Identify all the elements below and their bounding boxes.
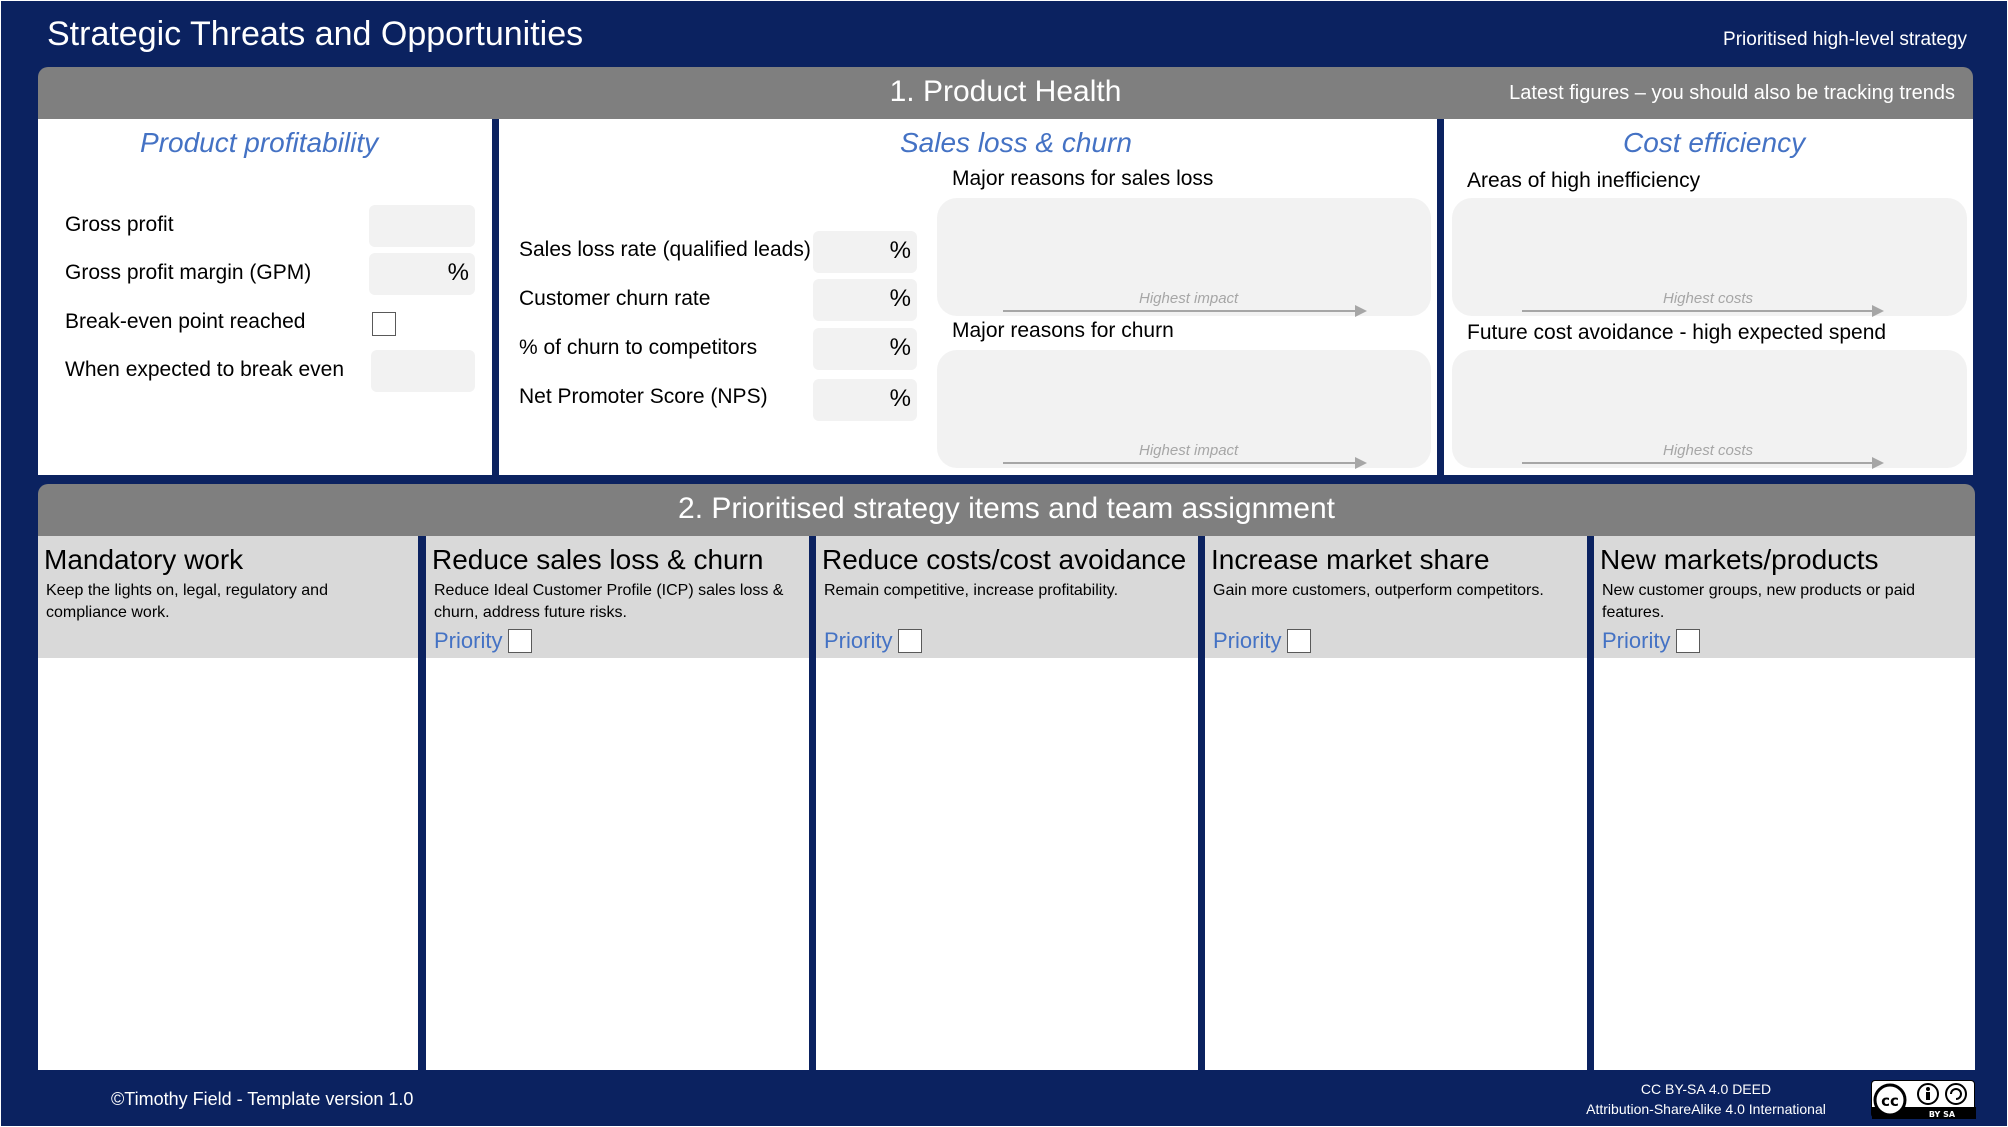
column-description: Reduce Ideal Customer Profile (ICP) sale… bbox=[434, 582, 784, 621]
column-reduce-costs: Reduce costs/cost avoidance Remain compe… bbox=[816, 536, 1198, 1070]
churn-to-competitors-label: % of churn to competitors bbox=[519, 336, 758, 359]
column-description: Gain more customers, outperform competit… bbox=[1213, 582, 1544, 599]
column-reduce-sales-loss-churn: Reduce sales loss & churn Reduce Ideal C… bbox=[426, 536, 809, 1070]
priority-label: Priority bbox=[1602, 628, 1671, 653]
priority-label: Priority bbox=[1213, 628, 1282, 653]
license-line-1: CC BY-SA 4.0 DEED bbox=[1640, 1081, 1772, 1097]
sales-loss-impact-arrow bbox=[1003, 304, 1367, 318]
section-1-note: Latest figures – you should also be trac… bbox=[1509, 82, 1955, 104]
page-title: Strategic Threats and Opportunities bbox=[47, 15, 584, 53]
gross-profit-field[interactable] bbox=[369, 205, 475, 247]
column-title: Increase market share bbox=[1211, 544, 1490, 575]
break-even-when-field[interactable] bbox=[371, 350, 475, 392]
column-header: Reduce sales loss & churn Reduce Ideal C… bbox=[426, 536, 809, 658]
column-header: Mandatory work Keep the lights on, legal… bbox=[38, 536, 418, 658]
svg-text:BY SA: BY SA bbox=[1929, 1110, 1956, 1119]
column-description: Remain competitive, increase profitabili… bbox=[824, 582, 1119, 599]
priority-control[interactable]: Priority bbox=[1602, 628, 1701, 654]
column-new-markets-products: New markets/products New customer groups… bbox=[1594, 536, 1975, 1070]
svg-text:cc: cc bbox=[1881, 1092, 1899, 1110]
sales-loss-reasons-label: Major reasons for sales loss bbox=[952, 167, 1214, 190]
gpm-label: Gross profit margin (GPM) bbox=[65, 261, 312, 284]
column-header: Increase market share Gain more customer… bbox=[1205, 536, 1587, 658]
nps-label: Net Promoter Score (NPS) bbox=[519, 385, 768, 408]
break-even-label: Break-even point reached bbox=[65, 310, 306, 333]
priority-control[interactable]: Priority bbox=[434, 628, 533, 654]
license-line-2: Attribution-ShareAlike 4.0 International bbox=[1586, 1101, 1826, 1117]
product-profitability-title: Product profitability bbox=[140, 127, 379, 158]
product-profitability-panel: Product profitability Gross profit Gross… bbox=[38, 119, 492, 475]
gross-profit-label: Gross profit bbox=[65, 213, 174, 236]
column-header: Reduce costs/cost avoidance Remain compe… bbox=[816, 536, 1198, 658]
column-description: Keep the lights on, legal, regulatory an… bbox=[46, 582, 328, 621]
sales-loss-reasons-box[interactable]: Highest impact bbox=[937, 198, 1431, 318]
future-cost-avoidance-label: Future cost avoidance - high expected sp… bbox=[1467, 321, 1887, 344]
page-subtitle: Prioritised high-level strategy bbox=[1723, 29, 1967, 50]
sales-loss-churn-title: Sales loss & churn bbox=[900, 127, 1132, 158]
cost-efficiency-title: Cost efficiency bbox=[1623, 127, 1806, 158]
future-cost-arrow bbox=[1522, 456, 1884, 470]
cost-efficiency-panel: Cost efficiency Areas of high inefficien… bbox=[1444, 119, 1973, 475]
gpm-unit: % bbox=[447, 259, 469, 286]
column-mandatory-work: Mandatory work Keep the lights on, legal… bbox=[38, 536, 418, 1070]
nps-field[interactable]: % bbox=[813, 379, 917, 421]
sales-loss-rate-field[interactable]: % bbox=[813, 231, 917, 273]
churn-reasons-label: Major reasons for churn bbox=[952, 319, 1174, 342]
break-even-when-label: When expected to break even bbox=[65, 358, 345, 381]
license-text: CC BY-SA 4.0 DEED Attribution-ShareAlike… bbox=[1541, 1079, 1871, 1119]
priority-checkbox[interactable] bbox=[1676, 629, 1701, 653]
priority-label: Priority bbox=[824, 628, 893, 653]
sales-loss-rate-label: Sales loss rate (qualified leads) bbox=[519, 238, 811, 261]
priority-checkbox[interactable] bbox=[1287, 629, 1312, 653]
nps-unit: % bbox=[889, 385, 911, 412]
inefficiency-cost-arrow bbox=[1522, 304, 1884, 318]
churn-impact-arrow bbox=[1003, 456, 1367, 470]
customer-churn-rate-label: Customer churn rate bbox=[519, 287, 711, 310]
column-title: Reduce sales loss & churn bbox=[432, 544, 764, 575]
churn-to-competitors-field[interactable]: % bbox=[813, 328, 917, 370]
copyright-notice: ©Timothy Field - Template version 1.0 bbox=[111, 1089, 414, 1109]
section-2-banner: 2. Prioritised strategy items and team a… bbox=[38, 484, 1975, 536]
high-inefficiency-label: Areas of high inefficiency bbox=[1467, 169, 1701, 192]
sales-loss-rate-unit: % bbox=[889, 237, 911, 264]
column-increase-market-share: Increase market share Gain more customer… bbox=[1205, 536, 1587, 1070]
column-header: New markets/products New customer groups… bbox=[1594, 536, 1975, 658]
priority-label: Priority bbox=[434, 628, 503, 653]
column-title: New markets/products bbox=[1600, 544, 1879, 575]
sales-loss-churn-panel: Sales loss & churn Sales loss rate (qual… bbox=[499, 119, 1437, 475]
section-1-banner: 1. Product Health Latest figures – you s… bbox=[38, 67, 1973, 119]
column-description: New customer groups, new products or pai… bbox=[1602, 582, 1916, 621]
section-2-title: 2. Prioritised strategy items and team a… bbox=[678, 492, 1335, 525]
churn-reasons-box[interactable]: Highest impact bbox=[937, 350, 1431, 470]
churn-to-competitors-unit: % bbox=[889, 334, 911, 361]
gpm-field[interactable]: % bbox=[369, 253, 475, 295]
priority-checkbox[interactable] bbox=[508, 629, 533, 653]
priority-checkbox[interactable] bbox=[898, 629, 923, 653]
column-title: Mandatory work bbox=[44, 544, 244, 575]
cc-by-sa-logo-icon: cc BY SA bbox=[1871, 1080, 1976, 1119]
break-even-checkbox[interactable] bbox=[372, 312, 396, 336]
column-title: Reduce costs/cost avoidance bbox=[822, 544, 1187, 575]
template-frame: Strategic Threats and Opportunities Prio… bbox=[1, 1, 2007, 1126]
customer-churn-rate-unit: % bbox=[889, 285, 911, 312]
high-inefficiency-box[interactable]: Highest costs bbox=[1452, 198, 1967, 318]
priority-control[interactable]: Priority bbox=[1213, 628, 1312, 654]
future-cost-avoidance-box[interactable]: Highest costs bbox=[1452, 350, 1967, 470]
priority-control[interactable]: Priority bbox=[824, 628, 923, 654]
customer-churn-rate-field[interactable]: % bbox=[813, 279, 917, 321]
